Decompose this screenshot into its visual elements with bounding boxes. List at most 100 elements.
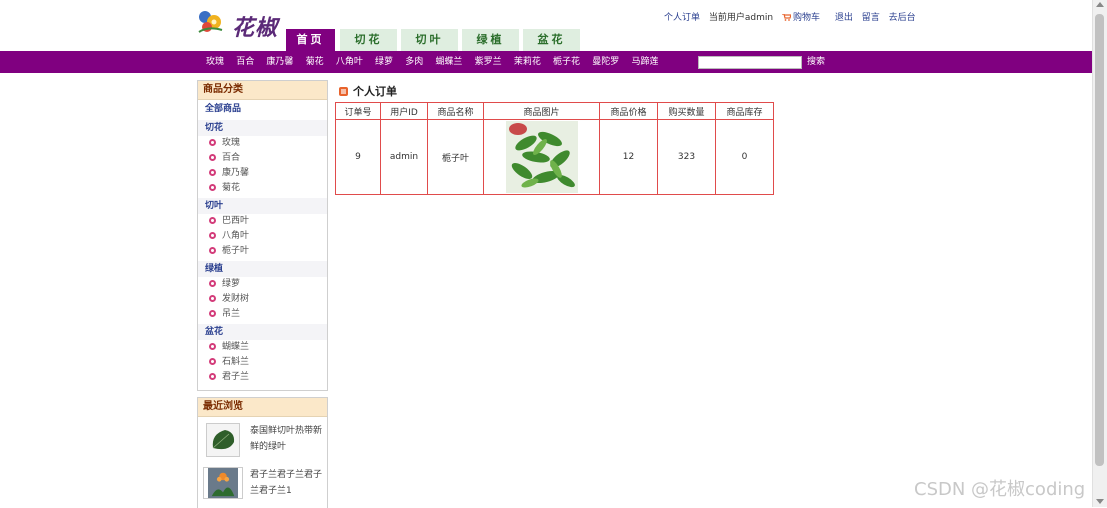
tab-potted-flowers[interactable]: 盆花: [523, 29, 580, 51]
nav-item[interactable]: 栀子花: [553, 57, 580, 67]
category-item[interactable]: 发财树: [198, 292, 327, 307]
category-item-label: 蝴蝶兰: [222, 342, 250, 352]
bullet-icon: [209, 169, 216, 176]
category-item[interactable]: 君子兰: [198, 370, 327, 385]
nav-item[interactable]: 八角叶: [336, 57, 363, 67]
bullet-icon: [209, 139, 216, 146]
logout-link[interactable]: 退出: [835, 13, 853, 23]
recent-item[interactable]: 泰国鲜切叶热带新鲜的绿叶: [198, 417, 327, 461]
category-item[interactable]: 石斛兰: [198, 355, 327, 370]
gardenia-leaves-image[interactable]: [505, 121, 578, 193]
recent-panel: 最近浏览 泰国鲜切叶热带新鲜的绿叶 君子兰君子兰君子兰君子兰1: [197, 397, 328, 508]
quantity-cell: 323: [657, 119, 716, 195]
column-header: 订单号: [335, 102, 381, 120]
bullet-icon: [209, 280, 216, 287]
column-header: 购买数量: [657, 102, 716, 120]
category-group-title[interactable]: 切叶: [198, 198, 327, 214]
category-item[interactable]: 玫瑰: [198, 136, 327, 151]
category-item-label: 栀子叶: [222, 246, 250, 256]
top-links: 个人订单 当前用户admin 购物车 退出 留言 去后台: [664, 10, 922, 23]
stock-cell: 0: [715, 119, 774, 195]
recent-item-title[interactable]: 泰国鲜切叶热带新鲜的绿叶: [250, 423, 322, 455]
watermark: CSDN @花椒coding: [914, 479, 1086, 500]
cart-link[interactable]: 购物车: [781, 13, 826, 23]
bullet-icon: [209, 373, 216, 380]
clivia-plant-image[interactable]: [203, 467, 243, 499]
site-logo[interactable]: 花椒: [196, 8, 286, 41]
nav-item[interactable]: 百合: [236, 57, 254, 67]
tab-home[interactable]: 首页: [286, 29, 335, 51]
category-item-label: 百合: [222, 153, 241, 163]
tab-green-plants[interactable]: 绿植: [462, 29, 519, 51]
nav-item[interactable]: 茉莉花: [514, 57, 541, 67]
category-item[interactable]: 栀子叶: [198, 244, 327, 259]
admin-link[interactable]: 去后台: [889, 13, 916, 23]
bullet-icon: [209, 310, 216, 317]
category-item-label: 玫瑰: [222, 138, 241, 148]
nav-item[interactable]: 紫罗兰: [475, 57, 502, 67]
category-item-label: 巴西叶: [222, 216, 250, 226]
recent-item-title[interactable]: 君子兰君子兰君子兰君子兰1: [250, 467, 322, 499]
product-image-cell: [483, 119, 600, 195]
page-title: 个人订单: [339, 83, 397, 99]
category-group-title[interactable]: 盆花: [198, 324, 327, 340]
tab-cut-leaves[interactable]: 切叶: [401, 29, 458, 51]
nav-items: 玫瑰 百合 康乃馨 菊花 八角叶 绿萝 多肉 蝴蝶兰 紫罗兰 茉莉花 栀子花 曼…: [206, 51, 667, 73]
search-button[interactable]: 搜索: [807, 51, 825, 73]
category-group-title[interactable]: 绿植: [198, 261, 327, 277]
tab-cut-flowers[interactable]: 切花: [340, 29, 397, 51]
scroll-thumb[interactable]: [1095, 14, 1104, 466]
category-panel: 商品分类 全部商品 切花 玫瑰 百合 康乃馨 菊花 切叶 巴西叶 八角叶 栀子叶…: [197, 80, 328, 391]
table-row: 9 admin 栀子叶 12 323 0: [335, 119, 774, 195]
category-item-label: 石斛兰: [222, 357, 250, 367]
recent-item[interactable]: 君子兰君子兰君子兰君子兰1: [198, 461, 327, 505]
page-scrollbar[interactable]: [1092, 0, 1107, 507]
category-item[interactable]: 吊兰: [198, 307, 327, 322]
logo-text: 花椒: [232, 15, 279, 41]
bullet-icon: [209, 217, 216, 224]
scroll-up-arrow-icon[interactable]: [1096, 2, 1104, 7]
category-item-label: 发财树: [222, 294, 250, 304]
cart-icon: [781, 14, 791, 21]
nav-item[interactable]: 蝴蝶兰: [435, 57, 462, 67]
bullet-icon: [209, 343, 216, 350]
bullet-icon: [209, 358, 216, 365]
category-item[interactable]: 百合: [198, 151, 327, 166]
bullet-icon: [209, 247, 216, 254]
product-name-cell: 栀子叶: [427, 119, 484, 195]
column-header: 商品图片: [483, 102, 600, 120]
message-link[interactable]: 留言: [862, 13, 880, 23]
category-item-label: 吊兰: [222, 309, 241, 319]
nav-item[interactable]: 多肉: [405, 57, 423, 67]
green-leaf-image[interactable]: [206, 423, 240, 457]
nav-item[interactable]: 康乃馨: [266, 57, 293, 67]
nav-item[interactable]: 菊花: [306, 57, 324, 67]
category-item[interactable]: 菊花: [198, 181, 327, 196]
category-item-label: 菊花: [222, 183, 241, 193]
orders-icon: [339, 87, 348, 96]
all-products-link[interactable]: 全部商品: [198, 100, 327, 118]
category-item-label: 君子兰: [222, 372, 250, 382]
category-nav-bar: 玫瑰 百合 康乃馨 菊花 八角叶 绿萝 多肉 蝴蝶兰 紫罗兰 茉莉花 栀子花 曼…: [0, 51, 1093, 73]
category-item[interactable]: 巴西叶: [198, 214, 327, 229]
category-item-label: 康乃馨: [222, 168, 250, 178]
nav-item[interactable]: 曼陀罗: [592, 57, 619, 67]
nav-item[interactable]: 玫瑰: [206, 57, 224, 67]
category-item[interactable]: 八角叶: [198, 229, 327, 244]
search-input[interactable]: [698, 56, 802, 69]
nav-item[interactable]: 马蹄莲: [631, 57, 658, 67]
category-item[interactable]: 蝴蝶兰: [198, 340, 327, 355]
category-item[interactable]: 绿萝: [198, 277, 327, 292]
my-orders-link[interactable]: 个人订单: [664, 13, 700, 23]
price-cell: 12: [599, 119, 658, 195]
orders-table: 订单号 用户ID 商品名称 商品图片 商品价格 购买数量 商品库存 9 admi…: [335, 102, 774, 195]
category-item-label: 绿萝: [222, 279, 241, 289]
category-panel-title: 商品分类: [198, 81, 327, 100]
nav-item[interactable]: 绿萝: [375, 57, 393, 67]
category-item-label: 八角叶: [222, 231, 250, 241]
scroll-down-arrow-icon[interactable]: [1096, 499, 1104, 504]
column-header: 商品名称: [427, 102, 484, 120]
category-item[interactable]: 康乃馨: [198, 166, 327, 181]
recent-panel-title: 最近浏览: [198, 398, 327, 417]
category-group-title[interactable]: 切花: [198, 120, 327, 136]
